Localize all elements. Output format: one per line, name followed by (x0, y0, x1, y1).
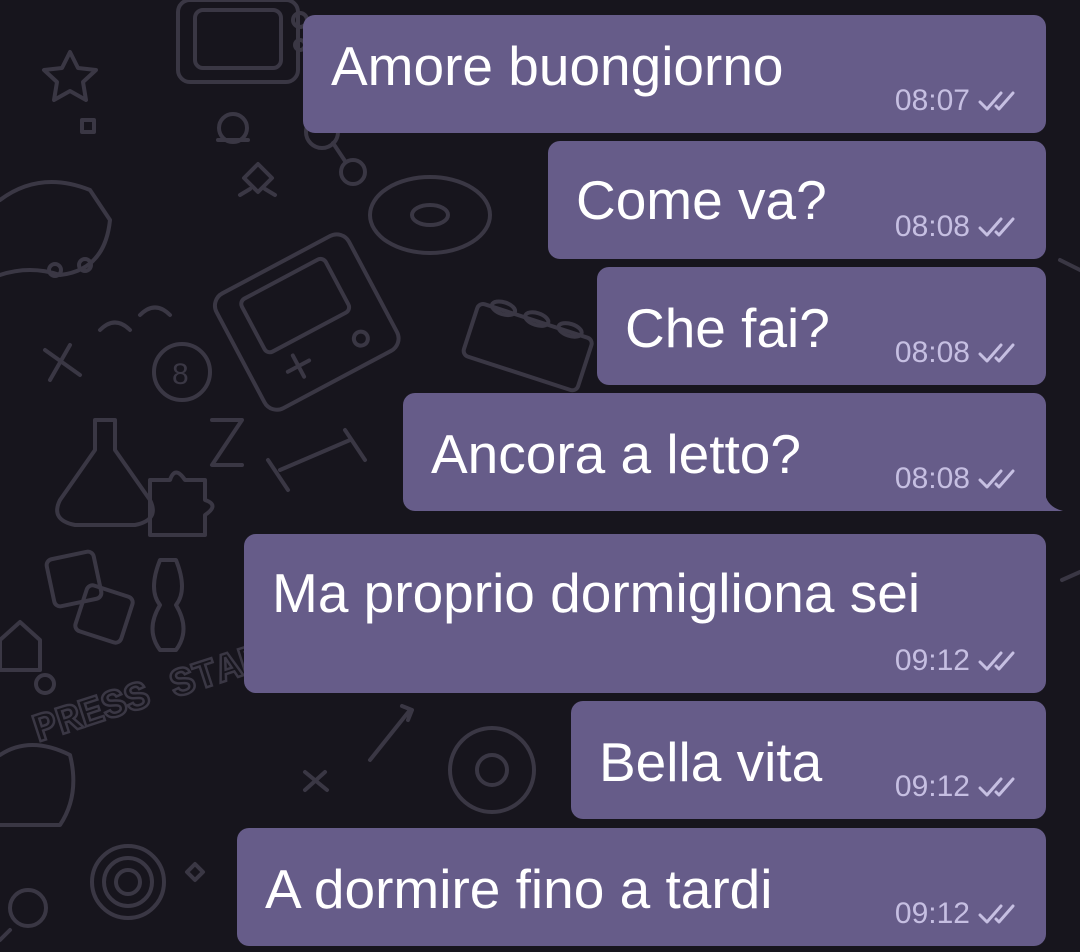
message-bubble[interactable]: Ma proprio dormigliona sei 09:12 (244, 534, 1046, 693)
message-text: Come va? (576, 169, 827, 231)
message-text: A dormire fino a tardi (265, 858, 773, 920)
message-bubble[interactable]: Bella vita 09:12 (571, 701, 1046, 819)
read-double-check-icon (978, 217, 1015, 237)
message-time: 09:12 (894, 644, 970, 677)
read-double-check-icon (978, 651, 1015, 671)
read-double-check-icon (978, 777, 1015, 797)
message-bubble[interactable]: Che fai? 08:08 (597, 267, 1046, 385)
message-meta: 09:12 (895, 896, 1022, 932)
message-bubble[interactable]: A dormire fino a tardi 09:12 (237, 828, 1046, 946)
message-text: Ma proprio dormigliona sei (272, 562, 921, 624)
message-meta: 08:08 (895, 209, 1022, 245)
message-time: 08:08 (894, 462, 970, 495)
message-time: 08:08 (894, 336, 970, 369)
message-meta: 08:08 (895, 461, 1022, 497)
message-time: 09:12 (894, 897, 970, 930)
read-double-check-icon (978, 343, 1015, 363)
message-meta: 08:07 (895, 83, 1022, 119)
chat-messages: Amore buongiorno 08:07 Come va? 08:08 Ch… (0, 0, 1080, 952)
bubble-tail (1045, 493, 1063, 511)
message-text: Che fai? (625, 297, 830, 359)
message-text: Bella vita (599, 731, 823, 793)
message-bubble[interactable]: Ancora a letto? 08:08 (403, 393, 1063, 511)
message-bubble[interactable]: Amore buongiorno 08:07 (303, 15, 1046, 133)
message-text: Ancora a letto? (431, 423, 801, 485)
read-double-check-icon (978, 91, 1015, 111)
message-time: 08:08 (894, 210, 970, 243)
message-time: 09:12 (894, 770, 970, 803)
message-time: 08:07 (894, 84, 970, 117)
message-bubble[interactable]: Come va? 08:08 (548, 141, 1046, 259)
message-text: Amore buongiorno (331, 35, 784, 97)
message-meta: 08:08 (895, 335, 1022, 371)
read-double-check-icon (978, 469, 1015, 489)
message-meta: 09:12 (895, 769, 1022, 805)
read-double-check-icon (978, 904, 1015, 924)
message-meta: 09:12 (895, 643, 1022, 679)
